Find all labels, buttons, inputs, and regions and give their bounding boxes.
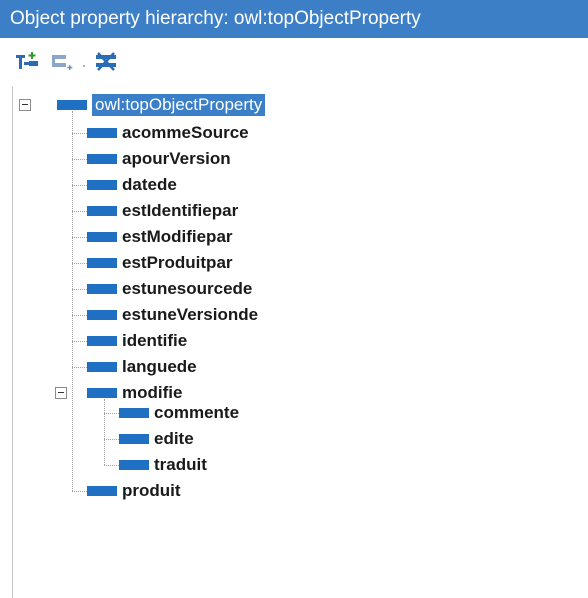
object-property-hierarchy-panel: Object property hierarchy: owl:topObject…: [0, 0, 588, 598]
tree-node-label: produit: [122, 481, 181, 500]
tree-connector: [72, 315, 87, 316]
collapse-toggle-modifie[interactable]: [55, 387, 67, 399]
tree-connector: [72, 111, 73, 491]
tree-node-label: traduit: [154, 455, 207, 474]
tree-connector: [104, 413, 119, 414]
object-property-icon: [87, 336, 117, 346]
tree-connector: [104, 439, 119, 440]
object-property-icon: [119, 434, 149, 444]
object-property-icon: [87, 128, 117, 138]
tree-node-label: identifie: [122, 331, 188, 350]
tree-node[interactable]: apourVersion: [87, 148, 231, 170]
tree-node[interactable]: estProduitpar: [87, 252, 233, 274]
tree-node-label: owl:topObjectProperty: [92, 94, 266, 116]
object-property-icon: [119, 460, 149, 470]
delete-property-button[interactable]: [94, 51, 120, 73]
object-property-icon: [87, 258, 117, 268]
tree-connector: [72, 133, 87, 134]
tree-node-label: estProduitpar: [122, 253, 233, 272]
tree-node[interactable]: estModifiepar: [87, 226, 233, 248]
object-property-icon: [57, 100, 87, 110]
tree-connector: [104, 465, 119, 466]
tree-connector: [72, 341, 87, 342]
tree-node[interactable]: produit: [87, 480, 181, 502]
object-property-icon: [87, 486, 117, 496]
object-property-icon: [87, 388, 117, 398]
tree-connector: [72, 237, 87, 238]
tree-node-label: estModifiepar: [122, 227, 233, 246]
tree-connector: [72, 159, 87, 160]
add-sibling-icon: [50, 51, 76, 73]
tree-connector: [72, 211, 87, 212]
add-subproperty-icon: [15, 51, 41, 73]
object-property-icon: [87, 284, 117, 294]
tree-node-label: estIdentifiepar: [122, 201, 239, 220]
delete-icon: [94, 51, 120, 73]
tree-connector: [72, 263, 87, 264]
tree-node-label: languede: [122, 357, 197, 376]
tree-node-label: acommeSource: [122, 123, 249, 142]
object-property-icon: [87, 232, 117, 242]
tree-connector: [72, 185, 87, 186]
tree-node[interactable]: estunesourcede: [87, 278, 252, 300]
toolbar: [0, 38, 588, 88]
panel-title: Object property hierarchy: owl:topObject…: [0, 0, 588, 38]
tree-node-label: estunesourcede: [122, 279, 253, 298]
tree-node[interactable]: edite: [119, 428, 194, 450]
tree-node-label: edite: [154, 429, 194, 448]
collapse-toggle-root[interactable]: [19, 99, 31, 111]
tree-connector: [104, 399, 105, 465]
add-sibling-button[interactable]: [50, 51, 76, 73]
object-property-icon: [87, 154, 117, 164]
tree-node-root[interactable]: owl:topObjectProperty: [57, 94, 266, 116]
tree-node[interactable]: estIdentifiepar: [87, 200, 238, 222]
tree-node[interactable]: identifie: [87, 330, 187, 352]
toolbar-separator: [80, 51, 88, 73]
object-property-icon: [119, 408, 149, 418]
tree-node[interactable]: traduit: [119, 454, 207, 476]
tree-node[interactable]: datede: [87, 174, 177, 196]
tree-connector: [72, 367, 87, 368]
tree-connector: [72, 491, 87, 492]
property-tree: owl:topObjectProperty acommeSource apour…: [12, 86, 588, 598]
tree-node-label: estuneVersionde: [122, 305, 259, 324]
tree-node[interactable]: acommeSource: [87, 122, 249, 144]
add-subproperty-button[interactable]: [15, 51, 41, 73]
tree-node-modifie[interactable]: modifie: [87, 382, 182, 404]
tree-node-label: commente: [154, 403, 240, 422]
tree-node-label: datede: [122, 175, 177, 194]
tree-node-label: apourVersion: [122, 149, 231, 168]
tree-node[interactable]: estuneVersionde: [87, 304, 258, 326]
tree-node[interactable]: languede: [87, 356, 197, 378]
object-property-icon: [87, 310, 117, 320]
tree-connector: [72, 289, 87, 290]
tree-node[interactable]: commente: [119, 402, 239, 424]
tree-node-label: modifie: [122, 383, 183, 402]
object-property-icon: [87, 362, 117, 372]
object-property-icon: [87, 206, 117, 216]
object-property-icon: [87, 180, 117, 190]
